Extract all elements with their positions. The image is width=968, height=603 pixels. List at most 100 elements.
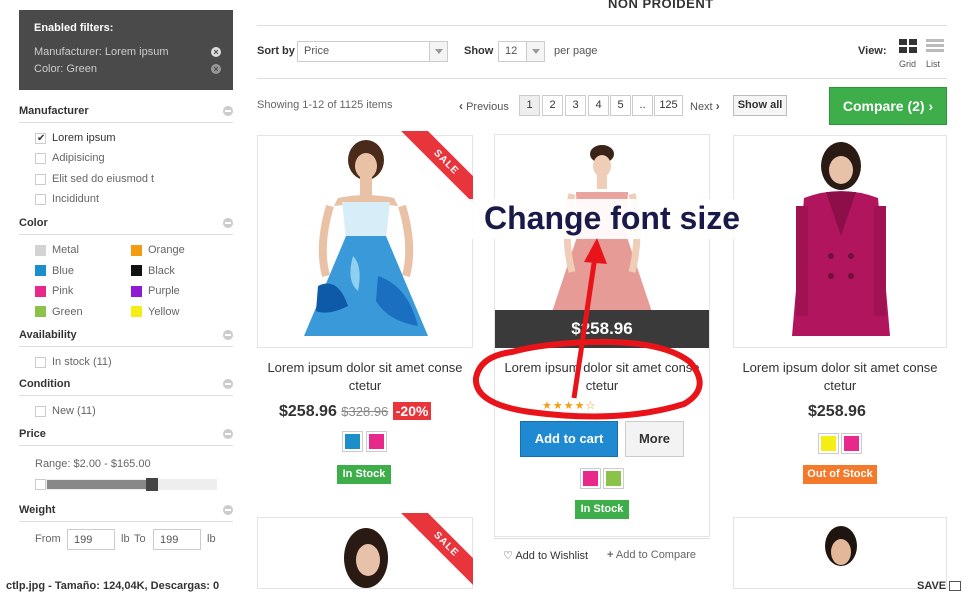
active-filter-color: Color: Green × (34, 63, 221, 80)
checkbox[interactable] (35, 132, 46, 145)
checkbox[interactable] (35, 405, 46, 417)
product-name[interactable]: Lorem ipsum dolor sit amet conse ctetur (741, 359, 939, 395)
compare-label: Add to Compare (615, 549, 696, 561)
color-swatch-icon[interactable] (131, 244, 142, 256)
product-image[interactable] (733, 517, 947, 589)
annotation-text: Change font size (483, 200, 740, 236)
color-option[interactable]: Orange (131, 244, 185, 258)
checkbox[interactable] (35, 152, 46, 164)
list-label: List (926, 59, 941, 69)
active-filter-manufacturer: Manufacturer: Lorem ipsum × (34, 46, 221, 63)
dropdown-arrow-icon (526, 42, 544, 61)
color-swatch[interactable] (342, 431, 363, 452)
price-slider-max-handle[interactable] (146, 478, 158, 491)
pager-page-5[interactable]: 5 (610, 95, 631, 116)
color-swatch-icon[interactable] (131, 306, 142, 318)
show-all-button[interactable]: Show all (733, 95, 787, 116)
manufacturer-option[interactable]: Adipisicing (35, 152, 105, 166)
color-swatch-icon[interactable] (131, 285, 142, 297)
condition-option[interactable]: New (11) (35, 405, 96, 419)
price-block: $258.96 $328.96 -20% (279, 402, 432, 421)
pager-page-6[interactable]: .. (632, 95, 653, 116)
color-swatch[interactable] (366, 431, 387, 452)
manufacturer-option[interactable]: Lorem ipsum (35, 132, 116, 146)
pager-previous[interactable]: ‹ Previous (459, 99, 509, 113)
checkbox[interactable] (35, 193, 46, 205)
collapse-icon[interactable] (223, 330, 233, 340)
option-label: Orange (148, 244, 185, 256)
color-swatch[interactable] (818, 433, 839, 454)
divider (257, 78, 947, 79)
list-view-button[interactable]: List (926, 39, 944, 69)
product-name[interactable]: Lorem ipsum dolor sit amet conse ctetur (503, 359, 701, 395)
add-to-cart-button[interactable]: Add to cart (520, 421, 618, 457)
save-link[interactable]: SAVE (917, 580, 962, 592)
condition-section-header[interactable]: Condition (19, 378, 233, 396)
color-option[interactable]: Black (131, 265, 175, 279)
collapse-icon[interactable] (223, 218, 233, 228)
compare-label: Compare (2) (842, 98, 925, 114)
collapse-icon[interactable] (223, 505, 233, 515)
per-page-select[interactable]: 12 (498, 41, 545, 62)
collapse-icon[interactable] (223, 106, 233, 116)
color-swatch-icon[interactable] (35, 244, 46, 256)
product-name[interactable]: Lorem ipsum dolor sit amet conse ctetur (265, 359, 465, 395)
pager-page-4[interactable]: 4 (588, 95, 609, 116)
pager-next[interactable]: Next › (690, 99, 720, 113)
manufacturer-option[interactable]: Elit sed do eiusmod t (35, 173, 154, 187)
manufacturer-option[interactable]: Incididunt (35, 193, 99, 207)
collapse-icon[interactable] (223, 379, 233, 389)
pager-page-3[interactable]: 3 (565, 95, 586, 116)
availability-option[interactable]: In stock (11) (35, 356, 112, 370)
color-swatch-icon[interactable] (35, 265, 46, 277)
color-swatch[interactable] (841, 433, 862, 454)
color-option[interactable]: Purple (131, 285, 180, 299)
color-swatch[interactable] (580, 468, 601, 489)
availability-section-header[interactable]: Availability (19, 329, 233, 347)
grid-view-button[interactable]: Grid (899, 39, 917, 69)
color-swatch[interactable] (603, 468, 624, 489)
checkbox[interactable] (35, 356, 46, 368)
more-button[interactable]: More (625, 421, 684, 457)
manufacturer-section-header[interactable]: Manufacturer (19, 105, 233, 123)
swatch-fill (583, 471, 598, 486)
color-swatch-icon[interactable] (131, 265, 142, 277)
pager-page-7[interactable]: 125 (654, 95, 683, 116)
compare-button[interactable]: Compare (2) › (829, 87, 947, 125)
color-option[interactable]: Green (35, 306, 83, 320)
weight-to-input[interactable] (153, 529, 201, 550)
stock-badge: In Stock (337, 465, 391, 484)
color-option[interactable]: Metal (35, 244, 79, 258)
price-range-text: Range: $2.00 - $165.00 (35, 458, 151, 470)
remove-filter-icon[interactable]: × (211, 47, 221, 57)
color-option[interactable]: Yellow (131, 306, 179, 320)
section-title: Color (19, 217, 48, 229)
sort-by-select[interactable]: Price (297, 41, 448, 62)
footer-file-info: ctlp.jpg - Tamaño: 124,04K, Descargas: 0 (6, 580, 220, 592)
view-label: View: (858, 45, 887, 57)
active-filter-label: Color: Green (34, 63, 97, 75)
pager-page-1[interactable]: 1 (519, 95, 540, 116)
color-section-header[interactable]: Color (19, 217, 233, 235)
price-section-header[interactable]: Price (19, 428, 233, 446)
pager-page-2[interactable]: 2 (542, 95, 563, 116)
color-swatch-icon[interactable] (35, 285, 46, 297)
option-label: Purple (148, 285, 180, 297)
price-slider-min-handle[interactable] (35, 479, 46, 490)
weight-section-header[interactable]: Weight (19, 504, 233, 522)
color-option[interactable]: Pink (35, 285, 73, 299)
collapse-icon[interactable] (223, 429, 233, 439)
color-option[interactable]: Blue (35, 265, 74, 279)
option-label: Metal (52, 244, 79, 256)
color-swatch-icon[interactable] (35, 306, 46, 318)
weight-from-input[interactable] (67, 529, 115, 550)
pager-next-label: Next (690, 101, 713, 113)
add-to-wishlist-link[interactable]: ♡ Add to Wishlist (503, 549, 588, 562)
category-title: NON PROIDENT (608, 0, 714, 11)
product-image[interactable] (733, 135, 947, 348)
option-label: Adipisicing (52, 152, 105, 164)
remove-filter-icon[interactable]: × (211, 64, 221, 74)
add-to-compare-link[interactable]: + Add to Compare (607, 549, 696, 561)
swatch-fill (345, 434, 360, 449)
checkbox[interactable] (35, 173, 46, 185)
